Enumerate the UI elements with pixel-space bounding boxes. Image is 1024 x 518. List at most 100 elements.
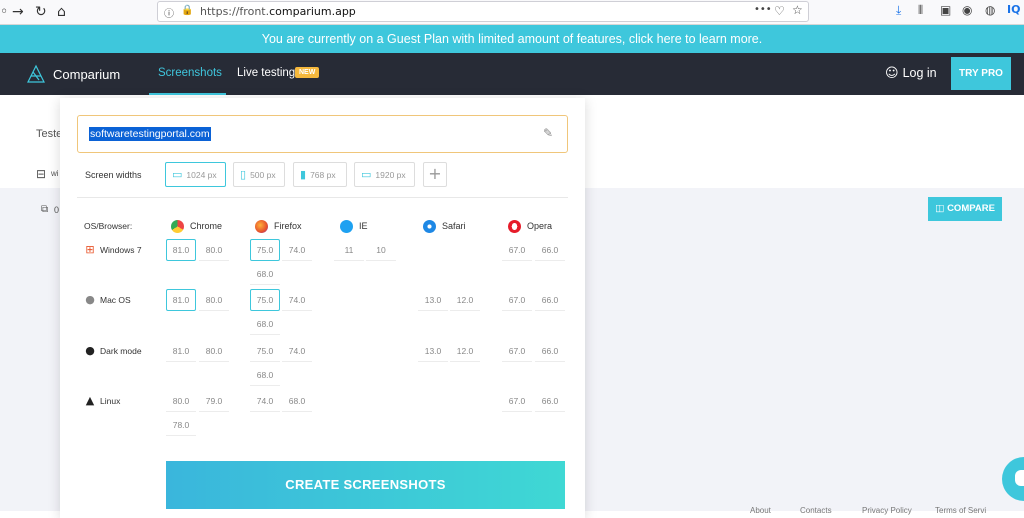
version-checkbox[interactable]: 75.0 <box>250 289 280 311</box>
login-link[interactable]: ☺ Log in <box>885 66 937 81</box>
brand-name[interactable]: Comparium <box>53 67 120 82</box>
comparium-logo-icon[interactable] <box>25 63 47 85</box>
forward-icon[interactable]: → <box>12 3 24 21</box>
version-checkbox[interactable]: 79.0 <box>199 390 229 412</box>
reload-icon[interactable]: ↻ <box>35 3 47 21</box>
try-pro-button[interactable]: TRY PRO <box>951 57 1011 90</box>
browser-firefox-header: Firefox <box>255 217 302 235</box>
lock-icon: 🔒 <box>181 5 194 16</box>
version-checkbox[interactable]: 80.0 <box>166 390 196 412</box>
desktop-icon: ▭ <box>361 168 372 181</box>
width-1024-button[interactable]: ▭ 1024 px <box>165 162 226 187</box>
add-width-button[interactable]: + <box>423 162 447 187</box>
iq-extension-icon[interactable]: IQ <box>1007 3 1020 16</box>
mobile-icon: ▯ <box>240 168 247 181</box>
extension-icon[interactable]: ◍ <box>985 3 995 17</box>
width-768-button[interactable]: ▮ 768 px <box>293 162 347 187</box>
firefox-icon <box>255 220 268 234</box>
bookmark-star-icon[interactable]: ☆ <box>792 3 803 17</box>
info-icon[interactable]: ⓘ <box>164 5 174 20</box>
version-checkbox[interactable]: 13.0 <box>418 289 448 311</box>
app-navbar: Comparium Screenshots Live testing NEW ☺… <box>0 53 1024 95</box>
version-checkbox[interactable]: 67.0 <box>502 340 532 362</box>
version-checkbox[interactable]: 12.0 <box>450 340 480 362</box>
version-checkbox[interactable]: 68.0 <box>282 390 312 412</box>
pencil-icon[interactable]: ✎ <box>543 126 553 140</box>
screenshot-config-panel: softwaretestingportal.com ✎ Screen width… <box>60 98 585 518</box>
version-checkbox[interactable]: 67.0 <box>502 239 532 261</box>
library-icon[interactable]: ⫴ <box>918 3 923 18</box>
width-500-button[interactable]: ▯ 500 px <box>233 162 285 187</box>
opera-icon <box>508 220 521 234</box>
divider <box>77 197 568 198</box>
nav-screenshots[interactable]: Screenshots <box>158 67 222 79</box>
tablet-icon: ▮ <box>300 168 307 181</box>
version-checkbox[interactable]: 75.0 <box>250 340 280 362</box>
tested-label: Teste <box>36 128 63 140</box>
linux-icon: ▲ <box>85 394 95 407</box>
os-windows7: ⊞ Windows 7 <box>83 241 141 259</box>
home-icon[interactable]: ⌂ <box>57 3 66 21</box>
version-checkbox[interactable]: 68.0 <box>250 313 280 335</box>
browser-toolbar: ◦ → ↻ ⌂ ⓘ 🔒 https://front.comparium.app … <box>0 0 1024 25</box>
version-checkbox[interactable]: 80.0 <box>199 340 229 362</box>
url-input-value[interactable]: softwaretestingportal.com <box>89 127 211 141</box>
apple-dark-icon: ● <box>85 344 95 357</box>
version-checkbox[interactable]: 78.0 <box>166 414 196 436</box>
version-checkbox[interactable]: 74.0 <box>282 239 312 261</box>
os-linux: ▲ Linux <box>83 392 121 410</box>
version-checkbox[interactable]: 81.0 <box>166 239 196 261</box>
nav-live-testing[interactable]: Live testing <box>237 67 295 79</box>
chrome-icon <box>171 220 184 234</box>
guest-plan-banner[interactable]: You are currently on a Guest Plan with l… <box>0 25 1024 53</box>
version-checkbox[interactable]: 66.0 <box>535 239 565 261</box>
user-icon: ☺ <box>885 66 899 81</box>
version-checkbox[interactable]: 66.0 <box>535 390 565 412</box>
version-checkbox[interactable]: 66.0 <box>535 289 565 311</box>
version-checkbox[interactable]: 80.0 <box>199 289 229 311</box>
ruler-icon: ⊟ <box>36 167 47 181</box>
browser-opera-header: Opera <box>508 217 552 235</box>
version-checkbox[interactable]: 13.0 <box>418 340 448 362</box>
version-checkbox[interactable]: 68.0 <box>250 263 280 285</box>
os-browser-label: OS/Browser: <box>84 221 133 231</box>
create-screenshots-button[interactable]: CREATE SCREENSHOTS <box>166 461 565 509</box>
version-checkbox[interactable]: 80.0 <box>199 239 229 261</box>
sidebar-icon[interactable]: ▣ <box>940 3 951 17</box>
version-checkbox[interactable]: 10 <box>366 239 396 261</box>
version-checkbox[interactable]: 66.0 <box>535 340 565 362</box>
url-input[interactable]: softwaretestingportal.com ✎ <box>77 115 568 153</box>
apple-icon: ● <box>85 293 95 306</box>
os-darkmode: ● Dark mode <box>83 342 141 360</box>
version-checkbox[interactable]: 81.0 <box>166 340 196 362</box>
version-checkbox[interactable]: 67.0 <box>502 390 532 412</box>
safari-icon <box>423 220 436 234</box>
version-checkbox[interactable]: 11 <box>334 239 364 261</box>
copy-icon: ⧉ <box>41 204 49 215</box>
download-icon[interactable]: ⤓ <box>896 3 901 18</box>
version-checkbox[interactable]: 75.0 <box>250 239 280 261</box>
compare-button[interactable]: ◫ COMPARE <box>928 197 1002 221</box>
version-checkbox[interactable]: 68.0 <box>250 364 280 386</box>
version-checkbox[interactable]: 67.0 <box>502 289 532 311</box>
page-actions-icon[interactable]: ••• <box>754 4 772 15</box>
version-checkbox[interactable]: 12.0 <box>450 289 480 311</box>
account-icon[interactable]: ◉ <box>962 3 972 17</box>
address-bar[interactable]: ⓘ 🔒 https://front.comparium.app ••• ♡ ☆ <box>157 1 809 22</box>
version-checkbox[interactable]: 81.0 <box>166 289 196 311</box>
back-icon[interactable]: ◦ <box>0 3 8 21</box>
browser-safari-header: Safari <box>423 217 466 235</box>
os-macos: ● Mac OS <box>83 291 131 309</box>
new-badge: NEW <box>295 67 320 78</box>
version-checkbox[interactable]: 74.0 <box>250 390 280 412</box>
browser-ie-header: IE <box>340 217 368 235</box>
pocket-icon[interactable]: ♡ <box>774 4 785 18</box>
width-1920-button[interactable]: ▭ 1920 px <box>354 162 415 187</box>
version-checkbox[interactable]: 74.0 <box>282 289 312 311</box>
screen-widths-label: Screen widths <box>85 170 142 180</box>
url-text[interactable]: https://front.comparium.app <box>200 5 356 18</box>
widths-label: wi <box>51 169 59 178</box>
laptop-icon: ▭ <box>172 168 183 181</box>
version-checkbox[interactable]: 74.0 <box>282 340 312 362</box>
windows-icon: ⊞ <box>85 243 95 256</box>
